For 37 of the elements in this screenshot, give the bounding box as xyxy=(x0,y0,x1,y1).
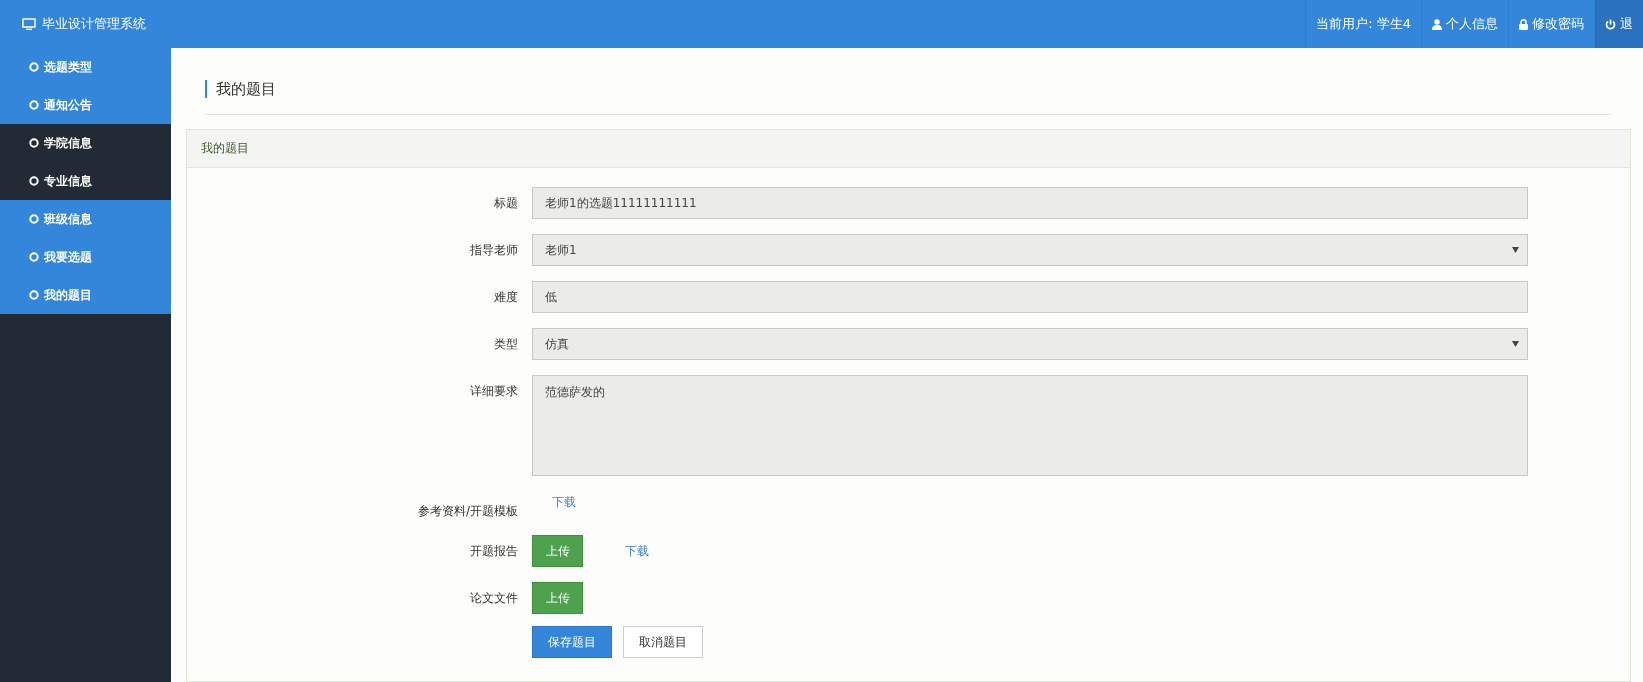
upload-button[interactable]: 上传 xyxy=(532,582,583,614)
power-icon xyxy=(1605,18,1616,30)
monitor-icon xyxy=(22,18,36,30)
field-label: 指导老师 xyxy=(469,241,518,259)
field-label: 论文文件 xyxy=(469,589,518,607)
field-label: 开题报告 xyxy=(469,542,518,560)
caret-icon xyxy=(1512,341,1519,347)
field-label: 类型 xyxy=(493,335,518,353)
sidebar-item[interactable]: 我的题目 xyxy=(0,276,171,314)
sidebar-item[interactable]: 班级信息 xyxy=(0,200,171,238)
caret-icon xyxy=(1512,247,1519,253)
lock-icon xyxy=(1519,18,1528,30)
download-link[interactable]: 下载 xyxy=(532,494,596,511)
circle-icon xyxy=(29,290,39,300)
brand-title: 毕业设计管理系统 xyxy=(42,15,146,33)
download-link[interactable]: 下载 xyxy=(605,542,669,560)
circle-icon xyxy=(29,176,39,186)
user-icon xyxy=(1432,18,1442,30)
sidebar-item[interactable]: 我要选题 xyxy=(0,238,171,276)
circle-icon xyxy=(29,138,39,148)
field-label: 详细要求 xyxy=(469,383,518,400)
upload-button[interactable]: 上传 xyxy=(532,535,583,567)
field-label: 参考资料/开题模板 xyxy=(416,503,518,520)
field-label: 难度 xyxy=(493,288,518,306)
cancel-button[interactable]: 取消题目 xyxy=(623,626,703,658)
save-button[interactable]: 保存题目 xyxy=(532,626,612,658)
nav-item[interactable]: 个人信息 xyxy=(1421,0,1508,48)
circle-icon xyxy=(29,252,39,262)
field-label: 标题 xyxy=(493,194,518,212)
page-title: 我的题目 xyxy=(205,80,276,98)
circle-icon xyxy=(29,100,39,110)
sidebar-item[interactable]: 选题类型 xyxy=(0,48,171,86)
nav-item[interactable]: 退 xyxy=(1594,0,1643,48)
panel-heading: 我的题目 xyxy=(187,130,1630,168)
circle-icon xyxy=(29,214,39,224)
circle-icon xyxy=(29,62,39,72)
sidebar-item[interactable]: 通知公告 xyxy=(0,86,171,124)
